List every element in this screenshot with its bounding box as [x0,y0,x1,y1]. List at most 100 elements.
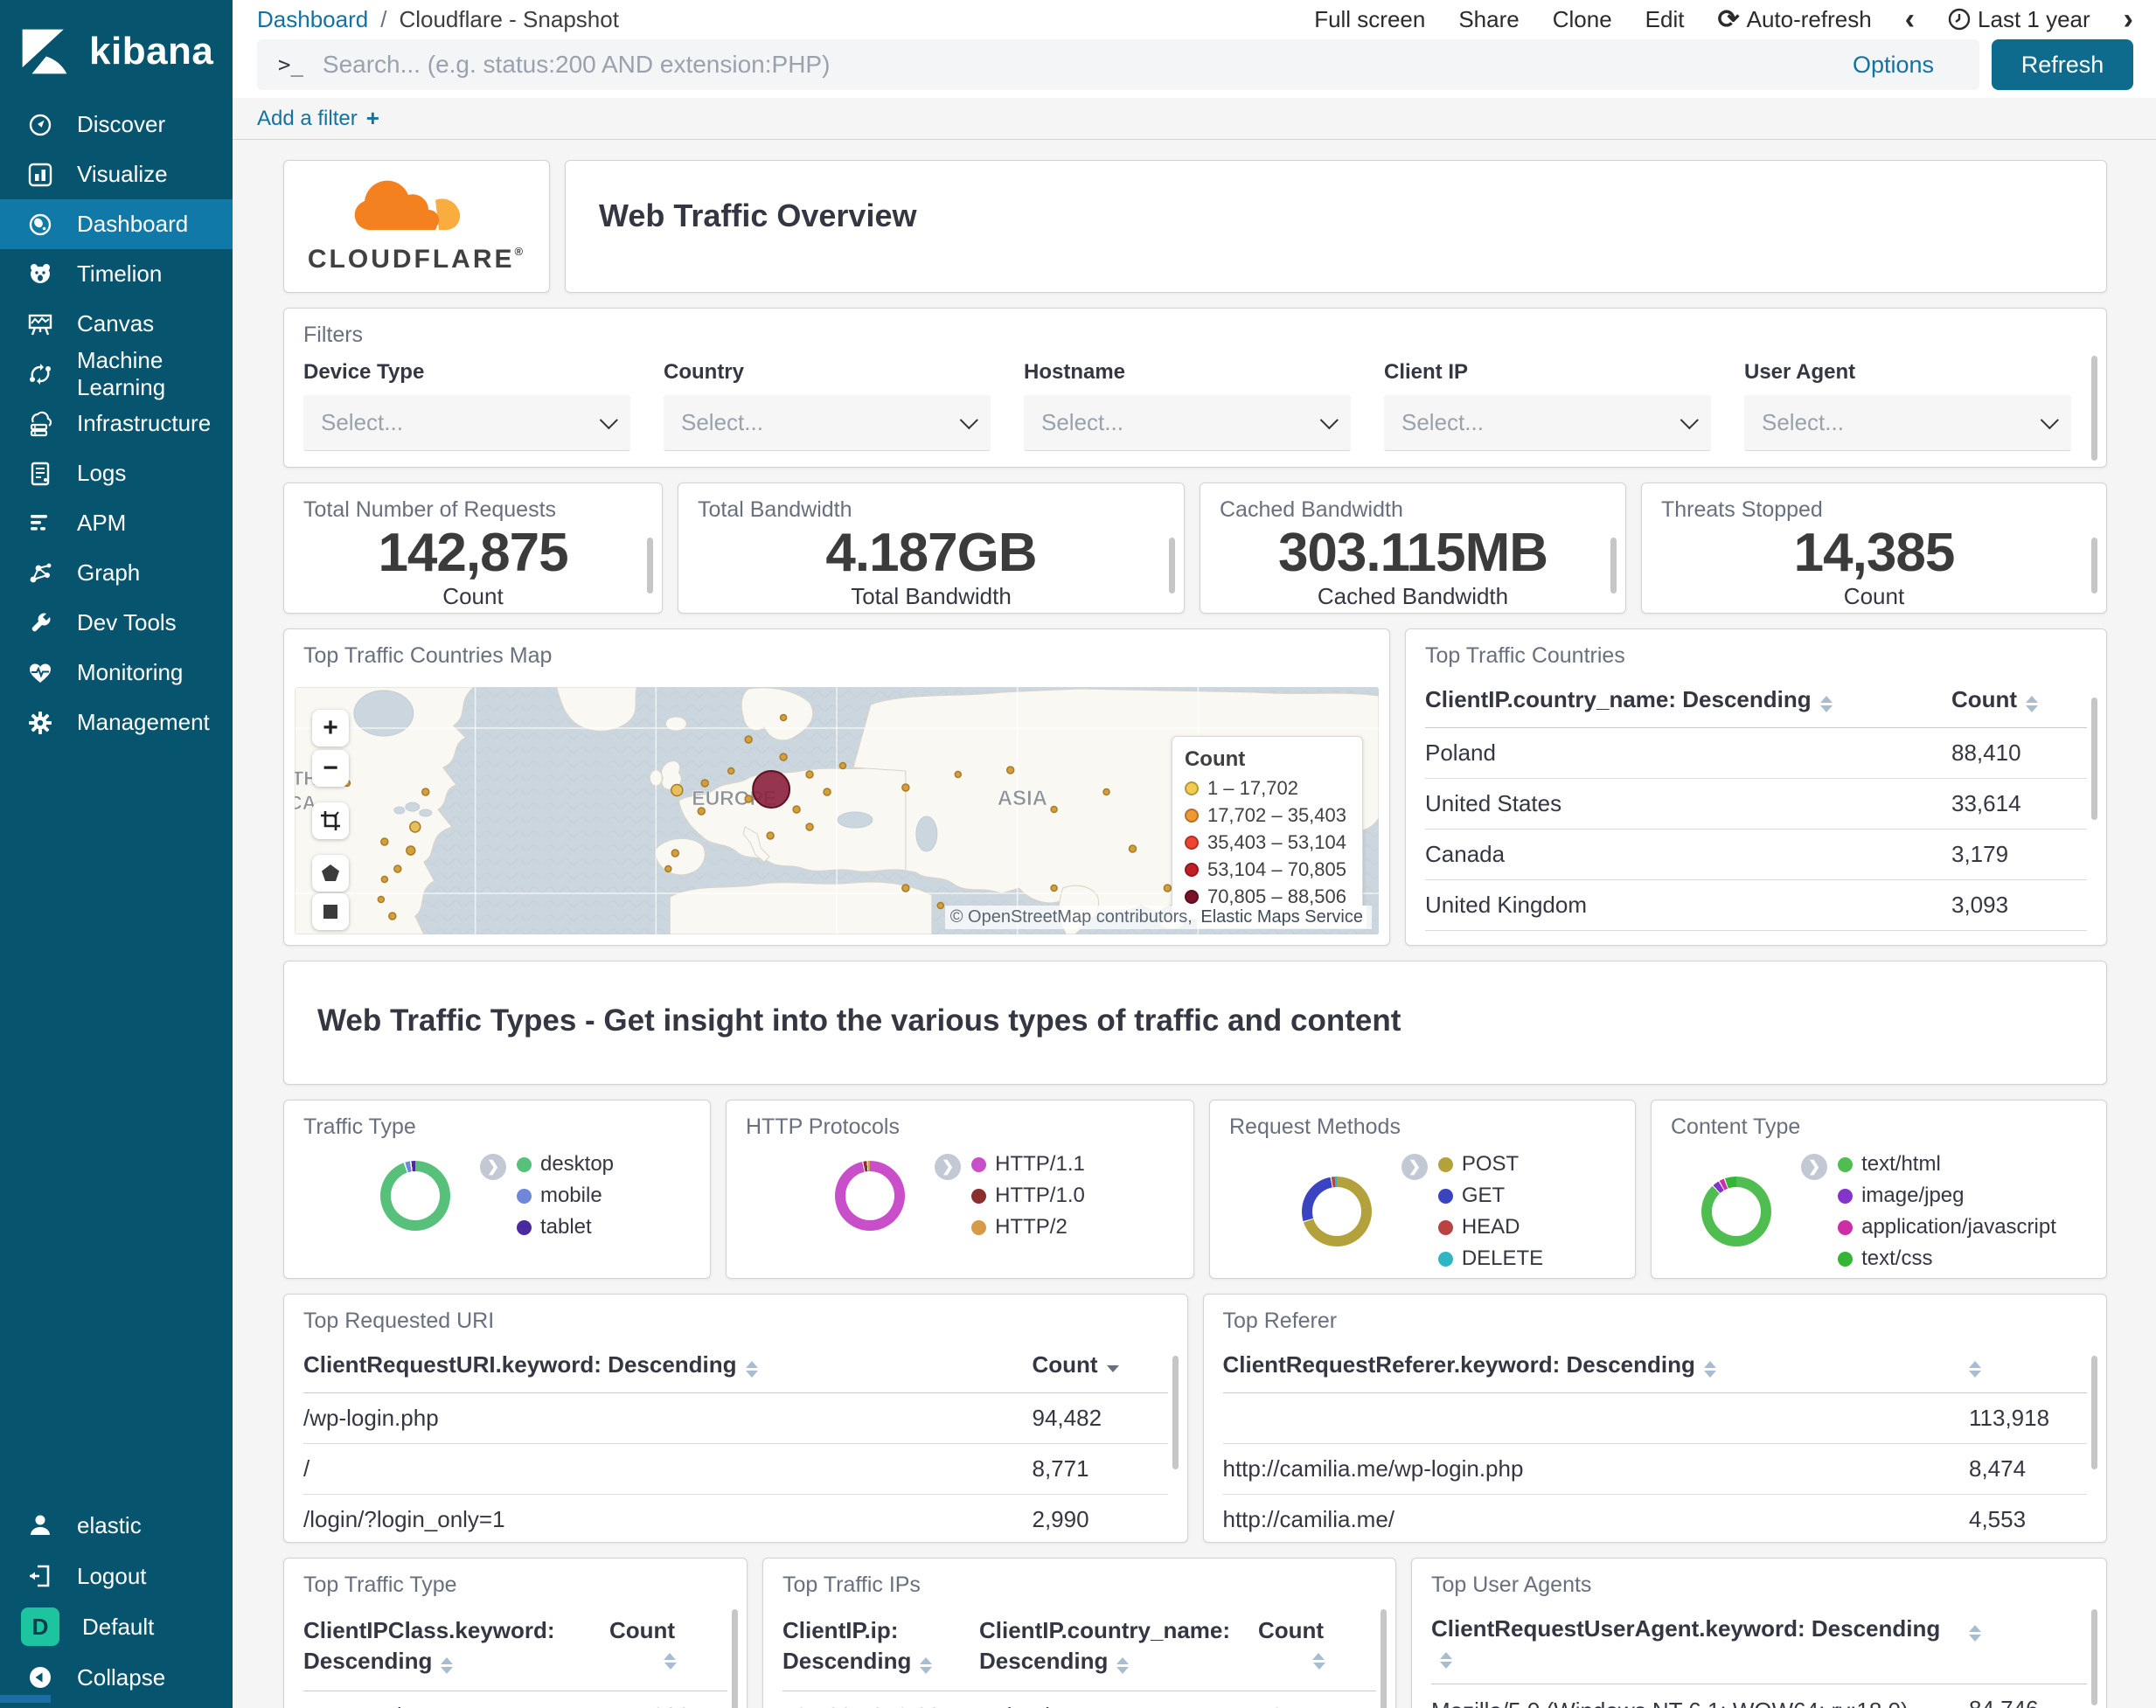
time-range-picker[interactable]: Last 1 year [1948,6,2090,33]
legend-item[interactable]: DELETE [1437,1246,1543,1271]
traffic-type-donut[interactable] [379,1161,450,1231]
legend-item[interactable]: 1 – 17,702 [1184,777,1346,800]
legend-item[interactable]: GET [1437,1184,1543,1208]
map-zoom-in-button[interactable]: + [312,710,349,746]
column-header-count[interactable] [1969,1351,2087,1378]
logout-button[interactable]: Logout [0,1551,233,1601]
panel-scrollbar[interactable] [1610,538,1617,594]
sidebar-item-dev-tools[interactable]: Dev Tools [0,598,233,648]
sidebar-item-visualize[interactable]: Visualize [0,149,233,199]
time-forward-chevron[interactable]: › [2124,4,2133,34]
edit-button[interactable]: Edit [1645,6,1685,33]
content-type-donut[interactable] [1701,1177,1772,1246]
panel-scrollbar[interactable] [1172,1356,1179,1469]
clone-button[interactable]: Clone [1553,6,1612,33]
full-screen-button[interactable]: Full screen [1314,6,1425,33]
legend-expand-icon[interactable]: ❯ [479,1154,506,1180]
panel-scrollbar[interactable] [1381,1609,1387,1708]
table-row[interactable]: 185.234.218.33Poland48,474 [782,1691,1376,1708]
legend-item[interactable]: text/html [1838,1152,2056,1177]
sidebar-item-timelion[interactable]: Timelion [0,249,233,299]
sidebar-item-dashboard[interactable]: Dashboard [0,199,233,249]
column-header-referer[interactable]: ClientRequestReferer.keyword: Descending [1223,1351,1970,1378]
panel-scrollbar[interactable] [647,538,653,594]
add-filter-link[interactable]: Add a filter [257,107,358,131]
sidebar-item-canvas[interactable]: Canvas [0,299,233,349]
device-type-select[interactable]: Select... [303,395,630,451]
table-row[interactable]: Poland 88,410 [1425,728,2087,779]
column-header-count[interactable]: Count [609,1615,727,1670]
table-row[interactable]: http://camilia.me/4,553 [1223,1495,2088,1542]
panel-scrollbar[interactable] [2091,356,2097,461]
table-row[interactable]: noRecord117,802 [303,1691,727,1708]
sidebar-item-monitoring[interactable]: Monitoring [0,648,233,698]
panel-scrollbar[interactable] [2091,538,2097,594]
column-header-ip[interactable]: ClientIP.ip: Descending [782,1615,979,1677]
map-zoom-out-button[interactable]: − [312,750,349,787]
map-rectangle-tool-button[interactable] [312,893,349,930]
map-polygon-tool-button[interactable] [312,855,349,892]
http-protocols-donut[interactable] [835,1161,906,1231]
column-header-count[interactable] [1969,1615,2087,1642]
legend-item[interactable]: tablet [516,1215,614,1239]
legend-item[interactable]: HEAD [1437,1215,1543,1239]
osm-attribution[interactable]: © OpenStreetMap contributors, [950,907,1193,927]
table-row[interactable]: United Kingdom 3,093 [1425,880,2087,931]
world-map[interactable]: NORTH AMERICA EUROPE ASIA [295,687,1379,934]
table-row[interactable]: /wp-login.php 94,482 [303,1393,1168,1444]
panel-scrollbar[interactable] [2091,698,2097,820]
elastic-maps-attribution[interactable]: Elastic Maps Service [1197,906,1367,928]
legend-item[interactable]: application/javascript [1838,1215,2056,1239]
legend-expand-icon[interactable]: ❯ [1801,1154,1828,1180]
legend-item[interactable]: 53,104 – 70,805 [1184,858,1346,881]
column-header-count[interactable]: Count [1033,1351,1168,1378]
add-filter-plus-icon[interactable]: + [366,105,379,132]
legend-item[interactable]: mobile [516,1184,614,1208]
column-header-count[interactable]: Count [1258,1615,1376,1670]
refresh-button[interactable]: Refresh [1992,39,2133,90]
table-row[interactable]: /login/?login_only=1 2,990 [303,1495,1168,1542]
sidebar-item-discover[interactable]: Discover [0,100,233,149]
kibana-logo[interactable]: kibana [0,0,233,100]
column-header-count[interactable]: Count [1951,686,2087,713]
panel-scrollbar[interactable] [2091,1609,2097,1705]
time-back-chevron[interactable]: ‹ [1905,4,1915,34]
panel-scrollbar[interactable] [732,1609,738,1708]
table-row[interactable]: United States 33,614 [1425,779,2087,830]
space-selector-default[interactable]: D Default [0,1601,233,1652]
search-input[interactable] [322,51,1839,79]
map-crop-tool-button[interactable] [312,802,349,839]
sidebar-item-management[interactable]: Management [0,698,233,747]
request-methods-donut[interactable] [1301,1177,1372,1246]
share-button[interactable]: Share [1458,6,1519,33]
legend-item[interactable]: HTTP/2 [971,1215,1085,1239]
table-row[interactable]: China2,805 [1425,931,2087,945]
table-row[interactable]: Canada 3,179 [1425,830,2087,880]
legend-item[interactable]: HTTP/1.1 [971,1152,1085,1177]
query-options-link[interactable]: Options [1853,52,1934,79]
sidebar-item-logs[interactable]: Logs [0,448,233,498]
panel-scrollbar[interactable] [1169,538,1175,594]
sidebar-item-apm[interactable]: APM [0,498,233,548]
breadcrumb-dashboard-link[interactable]: Dashboard [257,6,368,33]
user-menu[interactable]: elastic [0,1500,233,1551]
sidebar-item-graph[interactable]: Graph [0,548,233,598]
hostname-select[interactable]: Select... [1024,395,1351,451]
sidebar-item-machine-learning[interactable]: Machine Learning [0,347,233,400]
column-header-country[interactable]: ClientIP.country_name: Descending [979,1615,1258,1677]
column-header-country[interactable]: ClientIP.country_name: Descending [1425,686,1951,713]
panel-scrollbar[interactable] [2091,1356,2097,1469]
legend-expand-icon[interactable]: ❯ [935,1154,962,1180]
legend-item[interactable]: HTTP/1.0 [971,1184,1085,1208]
poland-bubble[interactable] [752,770,791,809]
client-ip-select[interactable]: Select... [1384,395,1711,451]
legend-item[interactable]: 17,702 – 35,403 [1184,804,1346,827]
legend-expand-icon[interactable]: ❯ [1401,1154,1428,1180]
sidebar-item-infrastructure[interactable]: Infrastructure [0,399,233,448]
auto-refresh-button[interactable]: ⟳ Auto-refresh [1717,4,1871,35]
column-header-class[interactable]: ClientIPClass.keyword: Descending [303,1615,609,1677]
table-row[interactable]: Mozilla/5.0 (Windows NT 6.1; WOW64; rv:1… [1431,1684,2087,1708]
legend-item[interactable]: POST [1437,1152,1543,1177]
user-agent-select[interactable]: Select... [1744,395,2071,451]
column-header-agent[interactable]: ClientRequestUserAgent.keyword: Descendi… [1431,1615,1969,1670]
